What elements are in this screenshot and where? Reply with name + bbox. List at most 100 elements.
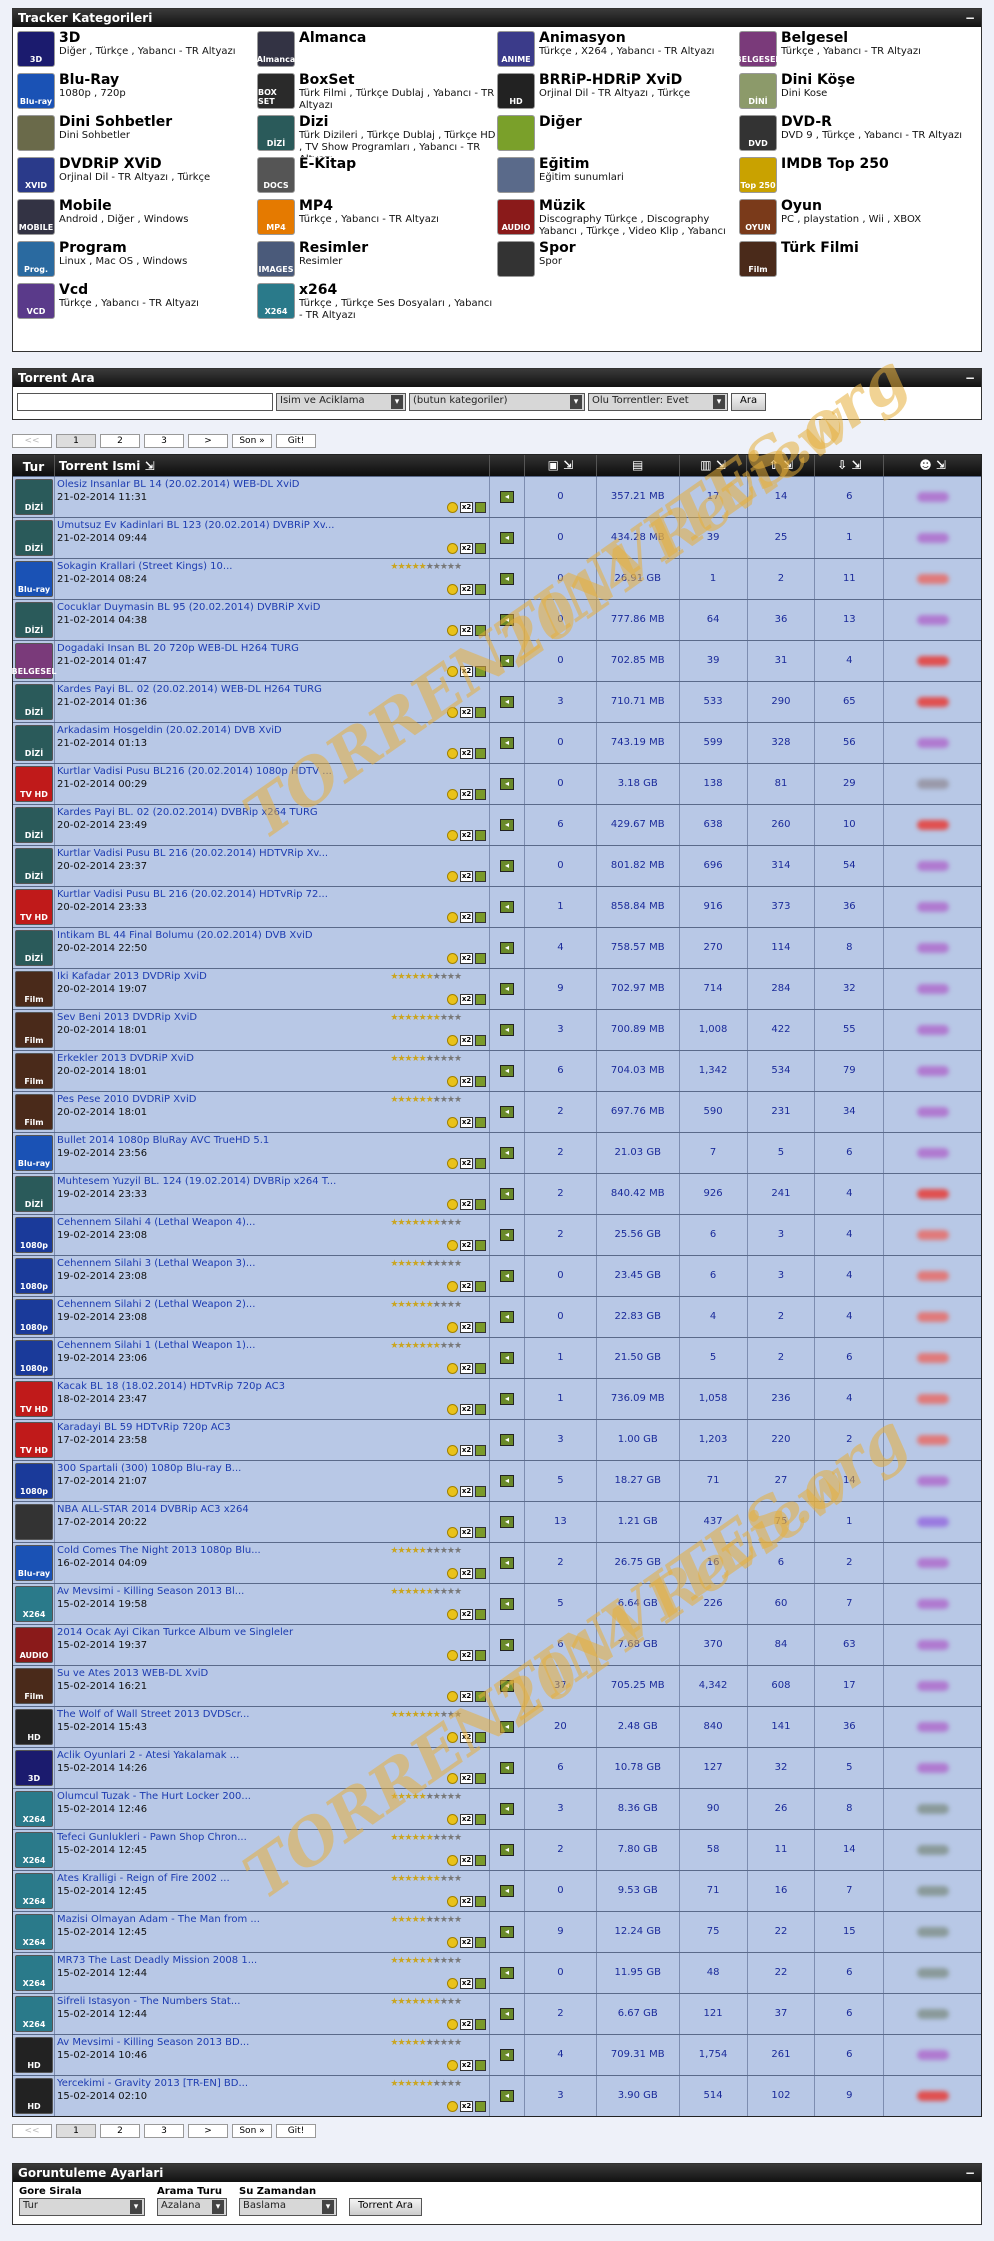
category-item[interactable]: Eğitim Eğitim sunumlari xyxy=(497,157,739,199)
category-type-icon[interactable]: 1080p xyxy=(15,1217,53,1253)
seeders-count[interactable]: 373 xyxy=(748,887,816,927)
snatched-count[interactable]: 64 xyxy=(680,600,748,640)
uploader-name-blurred[interactable] xyxy=(916,1722,949,1732)
torrent-name-link[interactable]: Kardes Payi BL. 02 (20.02.2014) DVBRip x… xyxy=(57,806,487,819)
seeders-count[interactable]: 75 xyxy=(748,1502,816,1542)
leechers-count[interactable]: 14 xyxy=(815,1830,885,1870)
download-icon[interactable]: ◂ xyxy=(500,819,515,831)
seeders-count[interactable]: 220 xyxy=(748,1420,816,1460)
download-icon[interactable]: ◂ xyxy=(500,1065,515,1077)
seeders-count[interactable]: 241 xyxy=(748,1174,816,1214)
header-snatched[interactable]: ▥ ⇲ xyxy=(680,455,748,476)
torrent-name-link[interactable]: Dogadaki Insan BL 20 720p WEB-DL H264 TU… xyxy=(57,642,487,655)
uploader-name-blurred[interactable] xyxy=(916,2009,949,2019)
uploader-name-blurred[interactable] xyxy=(916,1394,949,1404)
download-icon[interactable]: ◂ xyxy=(500,1885,515,1897)
category-name[interactable]: E-Kitap xyxy=(299,157,356,172)
download-icon[interactable]: ◂ xyxy=(500,1967,515,1979)
uploader-name-blurred[interactable] xyxy=(916,533,949,543)
torrent-name-link[interactable]: Arkadasim Hosgeldin (20.02.2014) DVB Xvi… xyxy=(57,724,487,737)
pager-page-3[interactable]: 3 xyxy=(144,434,184,448)
snatched-count[interactable]: 1 xyxy=(680,559,748,599)
category-item[interactable]: DİNİ Dini Köşe Dini Kose xyxy=(739,73,979,115)
snatched-count[interactable]: 696 xyxy=(680,846,748,886)
collapse-icon[interactable]: − xyxy=(965,2164,975,2182)
seeders-count[interactable]: 32 xyxy=(748,1748,816,1788)
category-type-icon[interactable]: Film xyxy=(15,1668,53,1704)
torrent-name-link[interactable]: Su ve Ates 2013 WEB-DL XviD xyxy=(57,1667,487,1680)
download-icon[interactable]: ◂ xyxy=(500,1106,515,1118)
download-icon[interactable]: ◂ xyxy=(500,1393,515,1405)
category-type-icon[interactable]: DİZİ xyxy=(15,479,53,515)
seeders-count[interactable]: 284 xyxy=(748,969,816,1009)
seeders-count[interactable]: 25 xyxy=(748,518,816,558)
category-type-icon[interactable]: Film xyxy=(15,1053,53,1089)
uploader-name-blurred[interactable] xyxy=(916,1353,949,1363)
pager-page-2[interactable]: 2 xyxy=(100,434,140,448)
torrent-name-link[interactable]: Kardes Payi BL. 02 (20.02.2014) WEB-DL H… xyxy=(57,683,487,696)
uploader-name-blurred[interactable] xyxy=(916,1763,949,1773)
category-item[interactable]: BOX SET BoxSet Türk Filmi , Türkçe Dublaj … xyxy=(257,73,497,115)
seeders-count[interactable]: 328 xyxy=(748,723,816,763)
category-item[interactable]: Spor Spor xyxy=(497,241,739,283)
leechers-count[interactable]: 6 xyxy=(815,1953,885,1993)
header-leechers[interactable]: ⇩ ⇲ xyxy=(815,455,885,476)
download-icon[interactable]: ◂ xyxy=(500,983,515,995)
seeders-count[interactable]: 37 xyxy=(748,1994,816,2034)
category-item[interactable]: DİZİ Dizi Türk Dizileri , Türkçe Dublaj , … xyxy=(257,115,497,157)
seeders-count[interactable]: 27 xyxy=(748,1461,816,1501)
category-item[interactable]: Film Türk Filmi xyxy=(739,241,979,283)
torrent-name-link[interactable]: 300 Spartali (300) 1080p Blu-ray B... xyxy=(57,1462,487,1475)
uploader-name-blurred[interactable] xyxy=(916,943,949,953)
header-uploader[interactable]: ☻ ⇲ xyxy=(884,455,981,476)
comments-count[interactable]: 0 xyxy=(525,846,597,886)
download-icon[interactable]: ◂ xyxy=(500,1844,515,1856)
leechers-count[interactable]: 4 xyxy=(815,1174,885,1214)
category-name[interactable]: Mobile xyxy=(59,199,188,214)
seeders-count[interactable]: 314 xyxy=(748,846,816,886)
snatched-count[interactable]: 71 xyxy=(680,1461,748,1501)
download-icon[interactable]: ◂ xyxy=(500,2090,515,2102)
snatched-count[interactable]: 17 xyxy=(680,477,748,517)
torrent-name-link[interactable]: Aclik Oyunlari 2 - Atesi Yakalamak ... xyxy=(57,1749,487,1762)
category-name[interactable]: Dizi xyxy=(299,115,497,130)
pager-next[interactable]: > xyxy=(188,434,228,448)
category-name[interactable]: Müzik xyxy=(539,199,739,214)
seeders-count[interactable]: 26 xyxy=(748,1789,816,1829)
header-size[interactable]: ▤ xyxy=(597,455,680,476)
pager-page-3[interactable]: 3 xyxy=(144,2124,184,2138)
comments-count[interactable]: 0 xyxy=(525,1297,597,1337)
leechers-count[interactable]: 11 xyxy=(815,559,885,599)
category-item[interactable]: X264 x264 Türkçe , Türkçe Ses Dosyaları , … xyxy=(257,283,497,325)
comments-count[interactable]: 0 xyxy=(525,764,597,804)
torrent-name-link[interactable]: Kurtlar Vadisi Pusu BL216 (20.02.2014) 1… xyxy=(57,765,487,778)
seeders-count[interactable]: 102 xyxy=(748,2076,816,2116)
seeders-count[interactable]: 81 xyxy=(748,764,816,804)
category-name[interactable]: Dini Köşe xyxy=(781,73,855,88)
download-icon[interactable]: ◂ xyxy=(500,778,515,790)
download-icon[interactable]: ◂ xyxy=(500,737,515,749)
seeders-count[interactable]: 11 xyxy=(748,1830,816,1870)
search-input[interactable] xyxy=(17,393,273,411)
category-item[interactable]: ANIME Animasyon Türkçe , X264 , Yabancı - … xyxy=(497,31,739,73)
category-name[interactable]: DVD-R xyxy=(781,115,962,130)
download-icon[interactable]: ◂ xyxy=(500,1639,515,1651)
category-name[interactable]: Resimler xyxy=(299,241,368,256)
category-name[interactable]: Diğer xyxy=(539,115,582,130)
category-item[interactable]: HD BRRiP-HDRiP XviD Orjinal Dil - TR Altya… xyxy=(497,73,739,115)
uploader-name-blurred[interactable] xyxy=(916,1066,949,1076)
category-name[interactable]: IMDB Top 250 xyxy=(781,157,889,172)
leechers-count[interactable]: 63 xyxy=(815,1625,885,1665)
torrent-name-link[interactable]: NBA ALL-STAR 2014 DVBRip AC3 x264 xyxy=(57,1503,487,1516)
snatched-count[interactable]: 1,754 xyxy=(680,2035,748,2075)
collapse-icon[interactable]: − xyxy=(965,9,975,27)
uploader-name-blurred[interactable] xyxy=(916,1599,949,1609)
comments-count[interactable]: 0 xyxy=(525,518,597,558)
uploader-name-blurred[interactable] xyxy=(916,615,949,625)
uploader-name-blurred[interactable] xyxy=(916,1681,949,1691)
uploader-name-blurred[interactable] xyxy=(916,1148,949,1158)
sort-select[interactable]: Tur xyxy=(19,2198,145,2216)
leechers-count[interactable]: 4 xyxy=(815,1297,885,1337)
uploader-name-blurred[interactable] xyxy=(916,1927,949,1937)
seeders-count[interactable]: 231 xyxy=(748,1092,816,1132)
